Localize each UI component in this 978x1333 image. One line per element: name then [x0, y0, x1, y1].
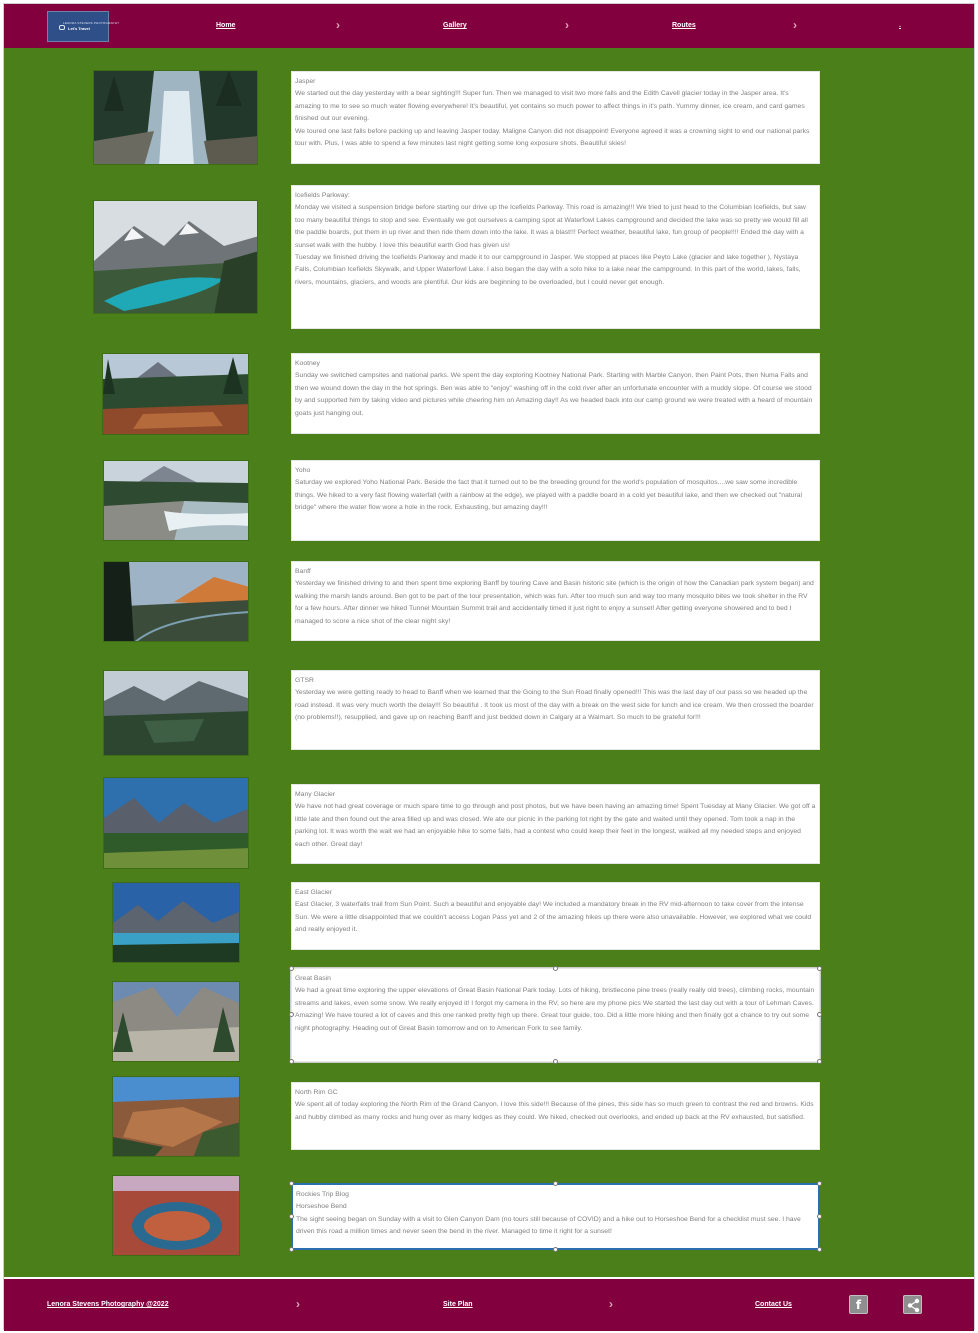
resize-handle[interactable] [553, 1247, 558, 1252]
post-title: Rockies Trip Blog [296, 1191, 349, 1198]
post-card-gtsr[interactable]: GTSR Yesterday we were getting ready to … [291, 670, 820, 750]
post-paragraph: Yesterday we finished driving to and the… [295, 580, 814, 625]
chevron-right-icon: › [609, 1297, 613, 1311]
post-paragraph: Monday we visited a suspension bridge be… [295, 204, 808, 249]
post-title: Yoho [295, 467, 311, 474]
photo-great-basin[interactable] [112, 981, 240, 1062]
facebook-icon[interactable]: f [849, 1295, 868, 1314]
resize-handle[interactable] [289, 1012, 294, 1017]
post-card-north-rim[interactable]: North Rim GC We spent all of today explo… [291, 1082, 820, 1150]
post-paragraph: Yesterday we were getting ready to head … [295, 689, 814, 722]
footer-copyright-link[interactable]: Lenora Stevens Photography @2022 [47, 1301, 169, 1308]
footer-site-plan-link[interactable]: Site Plan [443, 1301, 473, 1308]
post-paragraph: We have not had great coverage or much s… [295, 803, 816, 848]
chevron-right-icon: › [793, 18, 797, 32]
logo-tagline: LENORA STEVENS PHOTOGRAPHY [63, 21, 120, 25]
post-card-icefields[interactable]: Icefields Parkway: Monday we visited a s… [291, 185, 820, 329]
post-paragraph: Sunday we switched campsites and nationa… [295, 372, 813, 417]
post-card-yoho[interactable]: Yoho Saturday we explored Yoho National … [291, 460, 820, 541]
post-card-great-basin[interactable]: Great Basin We had a great time explorin… [290, 967, 821, 1063]
post-title: GTSR [295, 677, 314, 684]
resize-handle[interactable] [553, 966, 558, 971]
footer-contact-link[interactable]: Contact Us [755, 1301, 792, 1308]
post-card-jasper[interactable]: Jasper We started out the day yesterday … [291, 71, 820, 164]
photo-kootney[interactable] [102, 353, 249, 435]
chevron-right-icon: › [296, 1297, 300, 1311]
chevron-right-icon: › [336, 18, 340, 32]
post-paragraph: We spent all of today exploring the Nort… [295, 1101, 814, 1121]
post-card-horseshoe-bend[interactable]: Rockies Trip Blog Horseshoe Bend The sig… [291, 1183, 820, 1250]
post-paragraph: The sight seeing began on Sunday with a … [296, 1215, 801, 1236]
nav-more[interactable]: . [899, 22, 901, 29]
resize-handle[interactable] [289, 966, 294, 971]
post-paragraph: We started out the day yesterday with a … [295, 90, 805, 123]
nav-home[interactable]: Home [216, 22, 235, 29]
resize-handle[interactable] [817, 1214, 822, 1219]
post-title: Jasper [295, 78, 316, 85]
top-navbar: LENORA STEVENS PHOTOGRAPHY Let's Travel … [4, 4, 974, 48]
photo-yoho[interactable] [103, 460, 249, 541]
post-title: East Glacier [295, 889, 333, 896]
resize-handle[interactable] [817, 966, 822, 971]
resize-handle[interactable] [289, 1214, 294, 1219]
chevron-right-icon: › [565, 18, 569, 32]
resize-handle[interactable] [817, 1012, 822, 1017]
site-logo[interactable]: LENORA STEVENS PHOTOGRAPHY Let's Travel [47, 11, 119, 42]
main-content: Jasper We started out the day yesterday … [4, 48, 974, 1277]
resize-handle[interactable] [553, 1059, 558, 1064]
photo-horseshoe-bend[interactable] [112, 1175, 240, 1256]
resize-handle[interactable] [289, 1059, 294, 1064]
logo-mark-icon [59, 25, 65, 30]
post-title: Banff [295, 568, 311, 575]
photo-jasper[interactable] [93, 70, 258, 165]
photo-gtsr[interactable] [103, 670, 249, 756]
resize-handle[interactable] [817, 1059, 822, 1064]
post-card-many-glacier[interactable]: Many Glacier We have not had great cover… [291, 784, 820, 864]
footer-navbar: Lenora Stevens Photography @2022 › Site … [4, 1279, 974, 1331]
post-title: North Rim GC [295, 1089, 338, 1096]
nav-routes[interactable]: Routes [672, 22, 696, 29]
share-icon[interactable] [903, 1295, 922, 1314]
post-card-kootney[interactable]: Kootney Sunday we switched campsites and… [291, 353, 820, 434]
photo-east-glacier[interactable] [112, 882, 240, 963]
resize-handle[interactable] [553, 1181, 558, 1186]
resize-handle[interactable] [817, 1247, 822, 1252]
post-title: Great Basin [295, 975, 331, 982]
post-subtitle: Horseshoe Bend [296, 1203, 347, 1211]
post-paragraph: Saturday we explored Yoho National Park.… [295, 479, 803, 512]
resize-handle[interactable] [289, 1181, 294, 1186]
post-title: Kootney [295, 360, 320, 367]
photo-many-glacier[interactable] [103, 777, 249, 869]
post-card-east-glacier[interactable]: East Glacier East Glacier, 3 waterfalls … [291, 882, 820, 950]
nav-gallery[interactable]: Gallery [443, 22, 467, 29]
post-card-banff[interactable]: Banff Yesterday we finished driving to a… [291, 561, 820, 641]
logo-name: Let's Travel [68, 26, 90, 31]
post-paragraph: Tuesday we finished driving the Icefield… [295, 254, 801, 286]
photo-banff[interactable] [103, 561, 249, 642]
post-title: Many Glacier [295, 791, 336, 798]
resize-handle[interactable] [817, 1181, 822, 1186]
photo-north-rim[interactable] [112, 1076, 240, 1157]
post-paragraph: We had a great time exploring the upper … [295, 987, 815, 1032]
resize-handle[interactable] [289, 1247, 294, 1252]
post-title: Icefields Parkway: [295, 192, 350, 199]
photo-icefields[interactable] [93, 200, 258, 314]
post-paragraph: We toured one last falls before packing … [295, 127, 810, 148]
post-paragraph: East Glacier, 3 waterfalls trail from Su… [295, 901, 812, 934]
